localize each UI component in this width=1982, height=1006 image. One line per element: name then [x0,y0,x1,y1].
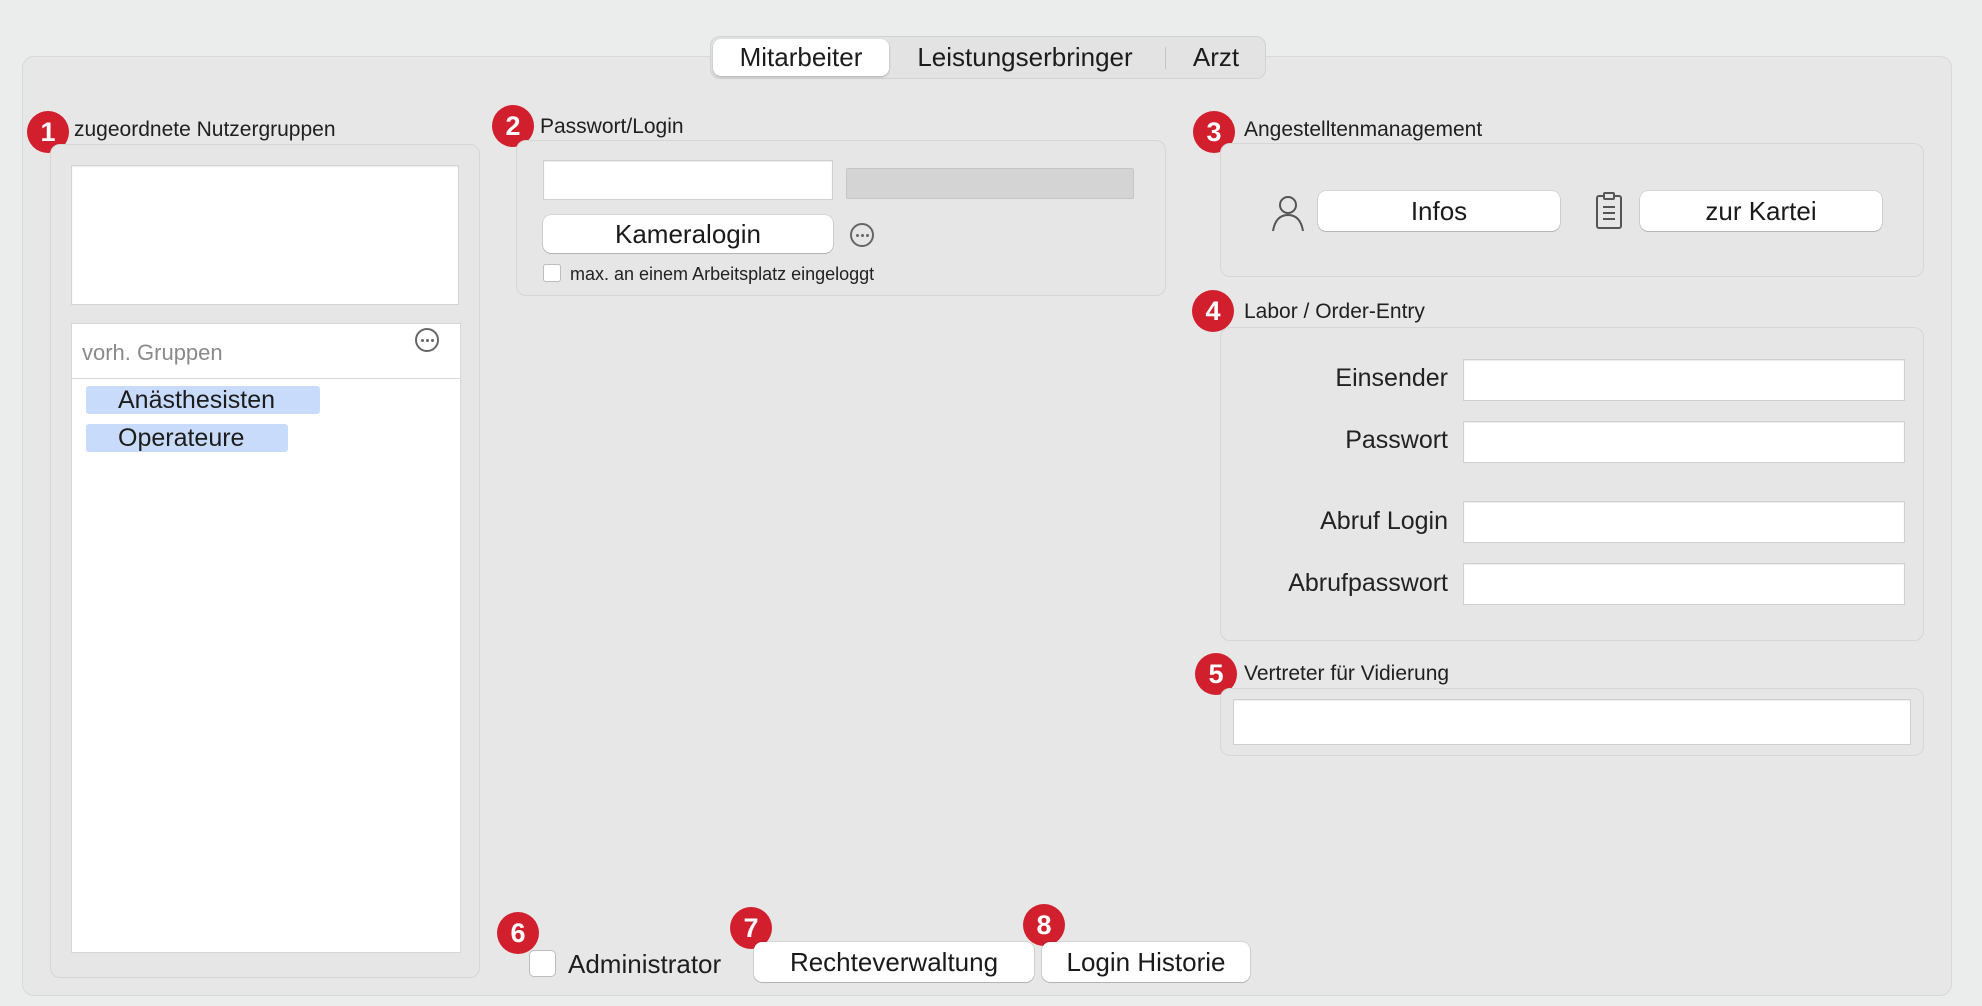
tab-arzt[interactable]: Arzt [1169,39,1263,76]
einsender-field[interactable] [1463,359,1905,401]
abruf-login-label: Abruf Login [1320,507,1448,535]
abruf-login-field[interactable] [1463,501,1905,543]
tab-mitarbeiter[interactable]: Mitarbeiter [713,39,889,76]
tab-divider [1165,47,1166,69]
admin-checkbox[interactable] [529,950,556,977]
lab-title: Labor / Order-Entry [1244,300,1425,323]
available-groups-list[interactable]: vorh. Gruppen Anästhesisten Operateure [71,323,461,953]
available-groups-placeholder: vorh. Gruppen [82,340,223,365]
employee-mgmt-title: Angestelltenmanagement [1244,118,1483,141]
abrufpasswort-label: Abrufpasswort [1288,569,1448,597]
infos-button[interactable]: Infos [1318,191,1560,231]
badge-6: 6 [497,912,539,954]
camera-login-button[interactable]: Kameralogin [543,215,833,253]
groups-more-icon[interactable] [415,328,439,352]
substitute-field[interactable] [1233,699,1911,745]
lab-passwort-field[interactable] [1463,421,1905,463]
groups-title: zugeordnete Nutzergruppen [74,118,336,141]
login-username-field[interactable] [543,160,833,200]
login-more-icon[interactable] [850,223,874,247]
tab-leistungserbringer[interactable]: Leistungserbringer [891,39,1159,76]
login-title: Passwort/Login [540,115,684,138]
password-field[interactable] [846,168,1134,199]
group-item-anaesthesisten[interactable]: Anästhesisten [86,386,320,414]
admin-label: Administrator [568,949,722,979]
kartei-button[interactable]: zur Kartei [1640,191,1882,231]
lab-passwort-label: Passwort [1345,426,1448,454]
substitute-title: Vertreter für Vidierung [1244,662,1450,685]
badge-8: 8 [1023,904,1065,946]
assigned-groups-list[interactable] [71,165,459,305]
login-history-button[interactable]: Login Historie [1042,942,1250,982]
group-item-operateure[interactable]: Operateure [86,424,288,452]
abrufpasswort-field[interactable] [1463,563,1905,605]
rights-management-button[interactable]: Rechteverwaltung [754,942,1034,982]
single-workstation-checkbox[interactable] [543,264,561,282]
person-icon [1270,193,1306,233]
clipboard-icon [1594,191,1624,231]
badge-4: 4 [1192,290,1234,332]
single-workstation-label: max. an einem Arbeitsplatz eingeloggt [570,264,875,284]
tab-bar: Mitarbeiter Leistungserbringer Arzt [710,36,1266,79]
einsender-label: Einsender [1335,364,1448,392]
